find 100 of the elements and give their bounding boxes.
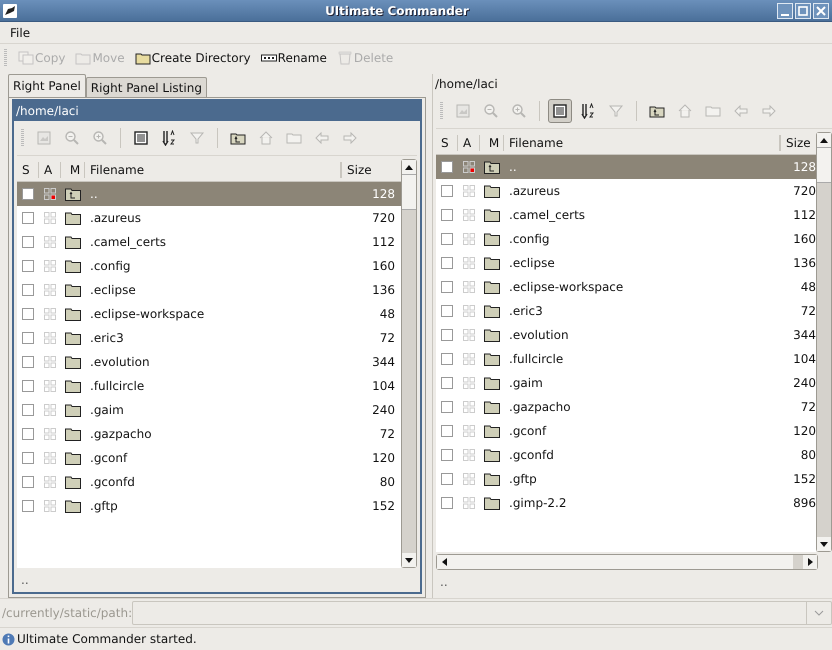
checkbox[interactable] — [22, 404, 34, 416]
folder-icon — [484, 304, 500, 318]
file-row[interactable]: .fullcircle 104 — [436, 347, 816, 371]
file-name: .eclipse — [508, 256, 556, 270]
scroll-up-icon[interactable] — [820, 138, 828, 142]
file-row[interactable]: .eclipse 136 — [17, 278, 401, 302]
file-row[interactable]: .config 160 — [17, 254, 401, 278]
file-row[interactable]: .evolution 344 — [17, 350, 401, 374]
file-row[interactable]: .gaim 240 — [436, 371, 816, 395]
close-button[interactable] — [813, 2, 829, 18]
checkbox[interactable] — [441, 425, 453, 437]
attributes-icon — [463, 233, 475, 245]
checkbox[interactable] — [441, 257, 453, 269]
column-header[interactable]: M — [61, 162, 85, 178]
column-header[interactable]: S — [436, 135, 458, 151]
scroll-thumb[interactable] — [402, 174, 416, 210]
file-row[interactable]: .gazpacho 72 — [436, 395, 816, 419]
toolbar-button[interactable]: Rename — [258, 49, 330, 67]
attributes-icon — [44, 452, 56, 464]
file-row[interactable]: .gimp-2.2 896 — [436, 491, 816, 515]
tab[interactable]: Right Panel Listing — [86, 77, 207, 97]
file-row[interactable]: .azureus 720 — [17, 206, 401, 230]
scroll-down-icon[interactable] — [405, 558, 413, 562]
checkbox[interactable] — [22, 380, 34, 392]
file-row[interactable]: .gconf 120 — [436, 419, 816, 443]
attributes-icon — [463, 353, 475, 365]
minimize-button[interactable] — [777, 2, 793, 18]
file-row[interactable]: .eric3 72 — [436, 299, 816, 323]
checkbox[interactable] — [441, 497, 453, 509]
checkbox[interactable] — [22, 284, 34, 296]
menu-item[interactable]: File — [8, 26, 32, 40]
scrollbar[interactable] — [816, 132, 832, 552]
file-row[interactable]: .fullcircle 104 — [17, 374, 401, 398]
checkbox[interactable] — [22, 236, 34, 248]
file-row[interactable]: .camel_certs 112 — [436, 203, 816, 227]
checkbox[interactable] — [22, 212, 34, 224]
checkbox[interactable] — [441, 401, 453, 413]
scroll-down-icon[interactable] — [820, 542, 828, 546]
checkbox[interactable] — [441, 473, 453, 485]
checkbox[interactable] — [441, 305, 453, 317]
checkbox[interactable] — [441, 329, 453, 341]
file-row[interactable]: .evolution 344 — [436, 323, 816, 347]
list-icon[interactable] — [548, 99, 572, 123]
toolbar-button[interactable]: Create Directory — [132, 49, 254, 67]
folder-icon — [65, 236, 81, 248]
maximize-button[interactable] — [795, 2, 811, 18]
checkbox[interactable] — [22, 260, 34, 272]
file-row[interactable]: .. 128 — [17, 182, 401, 206]
checkbox[interactable] — [441, 161, 453, 173]
checkbox[interactable] — [441, 185, 453, 197]
checkbox[interactable] — [441, 209, 453, 221]
checkbox[interactable] — [22, 308, 34, 320]
file-row[interactable]: .gazpacho 72 — [17, 422, 401, 446]
file-row[interactable]: .gftp 152 — [17, 494, 401, 518]
scroll-left-icon[interactable] — [442, 558, 446, 566]
file-row[interactable]: .eclipse-workspace 48 — [17, 302, 401, 326]
column-header[interactable]: A — [458, 135, 480, 151]
file-row[interactable]: .. 128 — [436, 155, 816, 179]
file-row[interactable]: .camel_certs 112 — [17, 230, 401, 254]
folder-icon — [65, 356, 81, 368]
file-row[interactable]: .gaim 240 — [17, 398, 401, 422]
checkbox[interactable] — [22, 188, 34, 200]
file-size: 160 — [371, 259, 396, 273]
column-header[interactable]: Filename — [85, 162, 341, 178]
checkbox[interactable] — [22, 356, 34, 368]
scroll-up-icon[interactable] — [405, 164, 413, 170]
file-row[interactable]: .gconfd 80 — [436, 443, 816, 467]
scroll-thumb[interactable] — [451, 555, 793, 569]
checkbox[interactable] — [441, 233, 453, 245]
checkbox[interactable] — [22, 452, 34, 464]
column-header[interactable]: S — [17, 162, 39, 178]
scrollbar[interactable] — [401, 159, 417, 568]
column-header[interactable]: Filename — [504, 135, 780, 151]
column-header[interactable]: M — [480, 135, 504, 151]
scroll-thumb[interactable] — [817, 147, 831, 183]
path-combo-box[interactable] — [132, 601, 832, 625]
file-name: .camel_certs — [89, 235, 168, 249]
file-size: 80 — [800, 448, 816, 462]
file-row[interactable]: .config 160 — [436, 227, 816, 251]
checkbox[interactable] — [441, 449, 453, 461]
scroll-right-icon[interactable] — [808, 558, 812, 566]
file-row[interactable]: .eric3 72 — [17, 326, 401, 350]
checkbox[interactable] — [22, 428, 34, 440]
tab[interactable]: Right Panel — [8, 74, 86, 97]
file-row[interactable]: .gconfd 80 — [17, 470, 401, 494]
file-row[interactable]: .eclipse-workspace 48 — [436, 275, 816, 299]
file-row[interactable]: .gftp 152 — [436, 467, 816, 491]
checkbox[interactable] — [22, 476, 34, 488]
checkbox[interactable] — [22, 332, 34, 344]
checkbox[interactable] — [22, 500, 34, 512]
column-header[interactable]: A — [39, 162, 61, 178]
chevron-down-icon — [814, 610, 824, 616]
checkbox[interactable] — [441, 353, 453, 365]
checkbox[interactable] — [441, 281, 453, 293]
file-row[interactable]: .gconf 120 — [17, 446, 401, 470]
horizontal-scrollbar[interactable] — [436, 554, 818, 570]
checkbox[interactable] — [441, 377, 453, 389]
file-row[interactable]: .eclipse 136 — [436, 251, 816, 275]
attributes-icon — [463, 257, 475, 269]
file-row[interactable]: .azureus 720 — [436, 179, 816, 203]
